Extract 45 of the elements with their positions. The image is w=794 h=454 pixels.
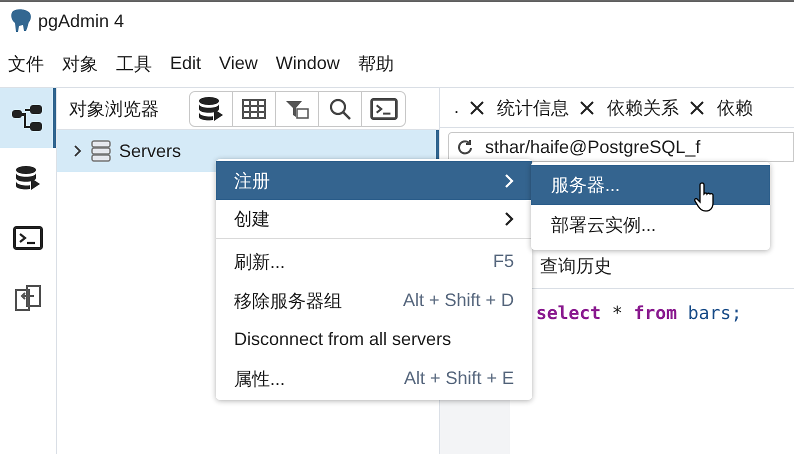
menu-item[interactable]: 创建 xyxy=(216,200,532,239)
menu-item[interactable]: 工具 xyxy=(116,52,152,76)
search-icon xyxy=(328,96,352,120)
close-icon[interactable] xyxy=(579,100,596,116)
chevron-icon xyxy=(504,211,514,227)
menu-item[interactable]: 刷新... F5 xyxy=(216,242,532,281)
filter-icon xyxy=(285,98,309,118)
expand-icon[interactable] xyxy=(73,144,83,158)
shortcut-text: Alt + Shift + D xyxy=(402,290,514,311)
menu-item[interactable]: 属性... Alt + Shift + E xyxy=(216,359,532,398)
terminal-icon xyxy=(370,98,398,120)
close-icon[interactable] xyxy=(689,100,706,116)
chevron-icon xyxy=(504,172,514,188)
tree-icon[interactable] xyxy=(10,104,42,132)
compare-icon[interactable] xyxy=(14,284,42,312)
menu-item[interactable]: 对象 xyxy=(62,52,98,76)
tab[interactable]: 统计信息 xyxy=(497,96,596,120)
menu-item[interactable]: 文件 xyxy=(8,52,44,76)
panel-label: 查询历史 xyxy=(540,255,612,278)
database-icon[interactable] xyxy=(198,96,224,122)
tab[interactable]: 依赖关系 xyxy=(607,96,706,120)
menu-item[interactable]: Window xyxy=(276,53,340,74)
menu-item[interactable]: 注册 xyxy=(216,161,532,200)
menu-item[interactable]: 帮助 xyxy=(358,52,394,76)
menu-item[interactable]: Disconnect from all servers xyxy=(216,320,532,359)
panel-title: 对象浏览器 xyxy=(69,98,159,120)
refresh-icon[interactable] xyxy=(457,139,473,155)
menu-item[interactable]: Edit xyxy=(170,53,202,74)
table-icon xyxy=(242,98,266,118)
elephant-logo-icon xyxy=(10,9,32,33)
menu-item[interactable]: 服务器... xyxy=(531,165,770,205)
activity-button[interactable] xyxy=(0,88,56,148)
database-icon[interactable] xyxy=(15,165,41,191)
server-icon xyxy=(91,140,111,162)
window-title: pgAdmin 4 xyxy=(38,10,124,32)
shortcut-text: Alt + Shift + E xyxy=(404,368,514,389)
code-line: select * from bars; xyxy=(535,302,742,326)
shortcut-text: F5 xyxy=(492,251,514,272)
tab[interactable]: 依赖 xyxy=(717,96,754,120)
close-icon[interactable] xyxy=(469,100,486,116)
menu-item[interactable]: 部署云实例... xyxy=(531,205,770,245)
menu-item[interactable]: View xyxy=(219,53,258,74)
terminal-icon[interactable] xyxy=(13,226,43,250)
tab[interactable]: . xyxy=(454,97,486,118)
menu-item[interactable]: 移除服务器组 Alt + Shift + D xyxy=(216,281,532,320)
